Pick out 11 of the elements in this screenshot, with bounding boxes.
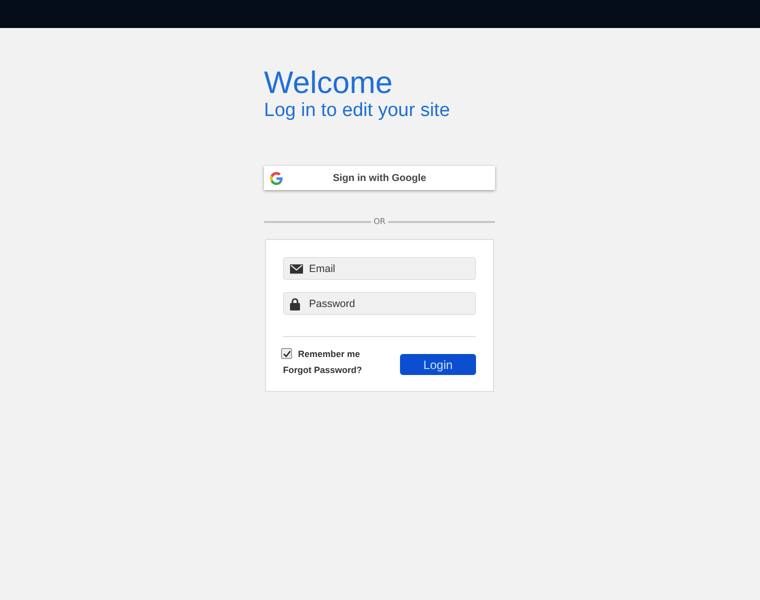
google-sign-in-button[interactable]: Sign in with Google (264, 166, 495, 190)
page-subtitle: Log in to edit your site (264, 100, 451, 122)
page-title: Welcome (264, 66, 394, 100)
google-icon (270, 172, 283, 184)
login-button[interactable]: Login (400, 354, 476, 375)
remember-checkbox[interactable] (281, 348, 292, 359)
divider-label: OR (374, 217, 386, 226)
email-field[interactable]: Email (283, 257, 476, 280)
remember-label: Remember me (298, 348, 360, 358)
password-field[interactable]: Password (283, 292, 476, 315)
forgot-password-link[interactable]: Forgot Password? (283, 365, 362, 375)
